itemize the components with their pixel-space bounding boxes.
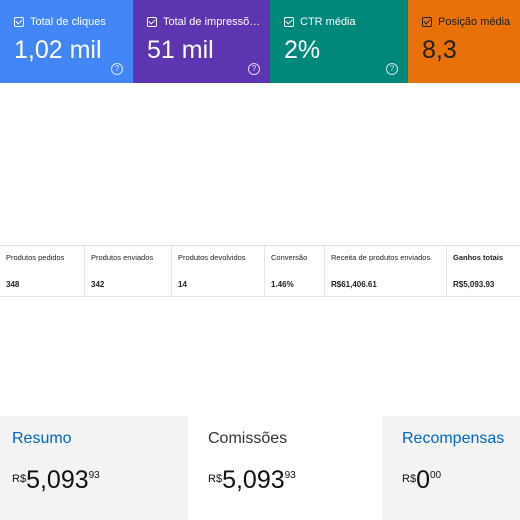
metric-header: CTR média xyxy=(284,16,356,28)
stat-value: R$5,093.93 xyxy=(453,280,495,289)
stat-total-earnings: Ganhos totais R$5,093.93 xyxy=(447,246,520,296)
help-icon[interactable]: ? xyxy=(386,63,398,75)
currency-symbol: R$ xyxy=(12,473,27,485)
stat-label: Produtos enviados xyxy=(91,253,154,262)
stat-value: 1.46% xyxy=(271,280,294,289)
metric-cards: Total de cliques 1,02 mil ? Total de imp… xyxy=(0,0,520,83)
metric-value: 8,3 xyxy=(422,36,457,64)
stat-revenue: Receita de produtos enviados R$61,406.61 xyxy=(325,246,447,296)
stat-label: Produtos devolvidos xyxy=(178,253,246,262)
metric-card-ctr[interactable]: CTR média 2% ? xyxy=(270,0,408,83)
stat-ordered: Produtos pedidos 348 xyxy=(0,246,85,296)
stat-label: Receita de produtos enviados xyxy=(331,253,431,262)
tab-amount: R$ 0 00 xyxy=(402,466,441,494)
metric-value: 1,02 mil xyxy=(14,36,102,64)
help-icon[interactable]: ? xyxy=(111,63,123,75)
tab-amount: R$ 5,093 93 xyxy=(12,466,100,494)
checkbox-icon[interactable] xyxy=(147,17,157,27)
earnings-tabs: Resumo R$ 5,093 93 Comissões R$ 5,093 93… xyxy=(0,416,520,520)
amount-decimal: 00 xyxy=(429,470,442,481)
stat-value: 14 xyxy=(178,280,187,289)
amount-integer: 0 xyxy=(416,466,430,494)
stat-value: 342 xyxy=(91,280,105,289)
tab-recompensas[interactable]: Recompensas R$ 0 00 xyxy=(382,416,520,520)
stat-returned: Produtos devolvidos 14 xyxy=(172,246,265,296)
stat-label: Conversão xyxy=(271,253,308,262)
earnings-stats-table: Produtos pedidos 348 Produtos enviados 3… xyxy=(0,245,520,297)
metric-header: Posição média xyxy=(422,16,510,28)
metric-card-impressions[interactable]: Total de impressõ… 51 mil ? xyxy=(133,0,270,83)
amount-integer: 5,093 xyxy=(222,466,285,494)
amount-decimal: 93 xyxy=(284,470,296,481)
tab-title: Recompensas xyxy=(402,430,505,447)
checkbox-icon[interactable] xyxy=(284,17,294,27)
metric-value: 2% xyxy=(284,36,321,64)
tab-resumo[interactable]: Resumo R$ 5,093 93 xyxy=(0,416,188,520)
stat-conversion: Conversão 1.46% xyxy=(265,246,325,296)
metric-label: Total de impressõ… xyxy=(163,16,261,28)
stat-value: 348 xyxy=(6,280,20,289)
currency-symbol: R$ xyxy=(208,473,223,485)
tab-title: Resumo xyxy=(12,430,72,447)
metric-label: CTR média xyxy=(300,16,356,28)
metric-label: Posição média xyxy=(438,16,511,28)
stat-label: Produtos pedidos xyxy=(6,253,65,262)
metric-header: Total de cliques xyxy=(14,16,106,28)
metric-label: Total de cliques xyxy=(30,16,106,28)
checkbox-icon[interactable] xyxy=(14,17,24,27)
amount-integer: 5,093 xyxy=(26,466,89,494)
amount-decimal: 93 xyxy=(88,470,100,481)
tab-title: Comissões xyxy=(208,430,288,447)
checkbox-icon[interactable] xyxy=(422,17,432,27)
stat-value: R$61,406.61 xyxy=(331,280,377,289)
tab-comissoes[interactable]: Comissões R$ 5,093 93 xyxy=(188,416,382,520)
metric-card-position[interactable]: Posição média 8,3 xyxy=(408,0,520,83)
stat-shipped: Produtos enviados 342 xyxy=(85,246,172,296)
metric-header: Total de impressõ… xyxy=(147,16,260,28)
help-icon[interactable]: ? xyxy=(248,63,260,75)
metric-card-clicks[interactable]: Total de cliques 1,02 mil ? xyxy=(0,0,133,83)
currency-symbol: R$ xyxy=(402,473,417,485)
metric-value: 51 mil xyxy=(147,36,214,64)
tab-amount: R$ 5,093 93 xyxy=(208,466,296,494)
stat-label: Ganhos totais xyxy=(453,253,504,262)
